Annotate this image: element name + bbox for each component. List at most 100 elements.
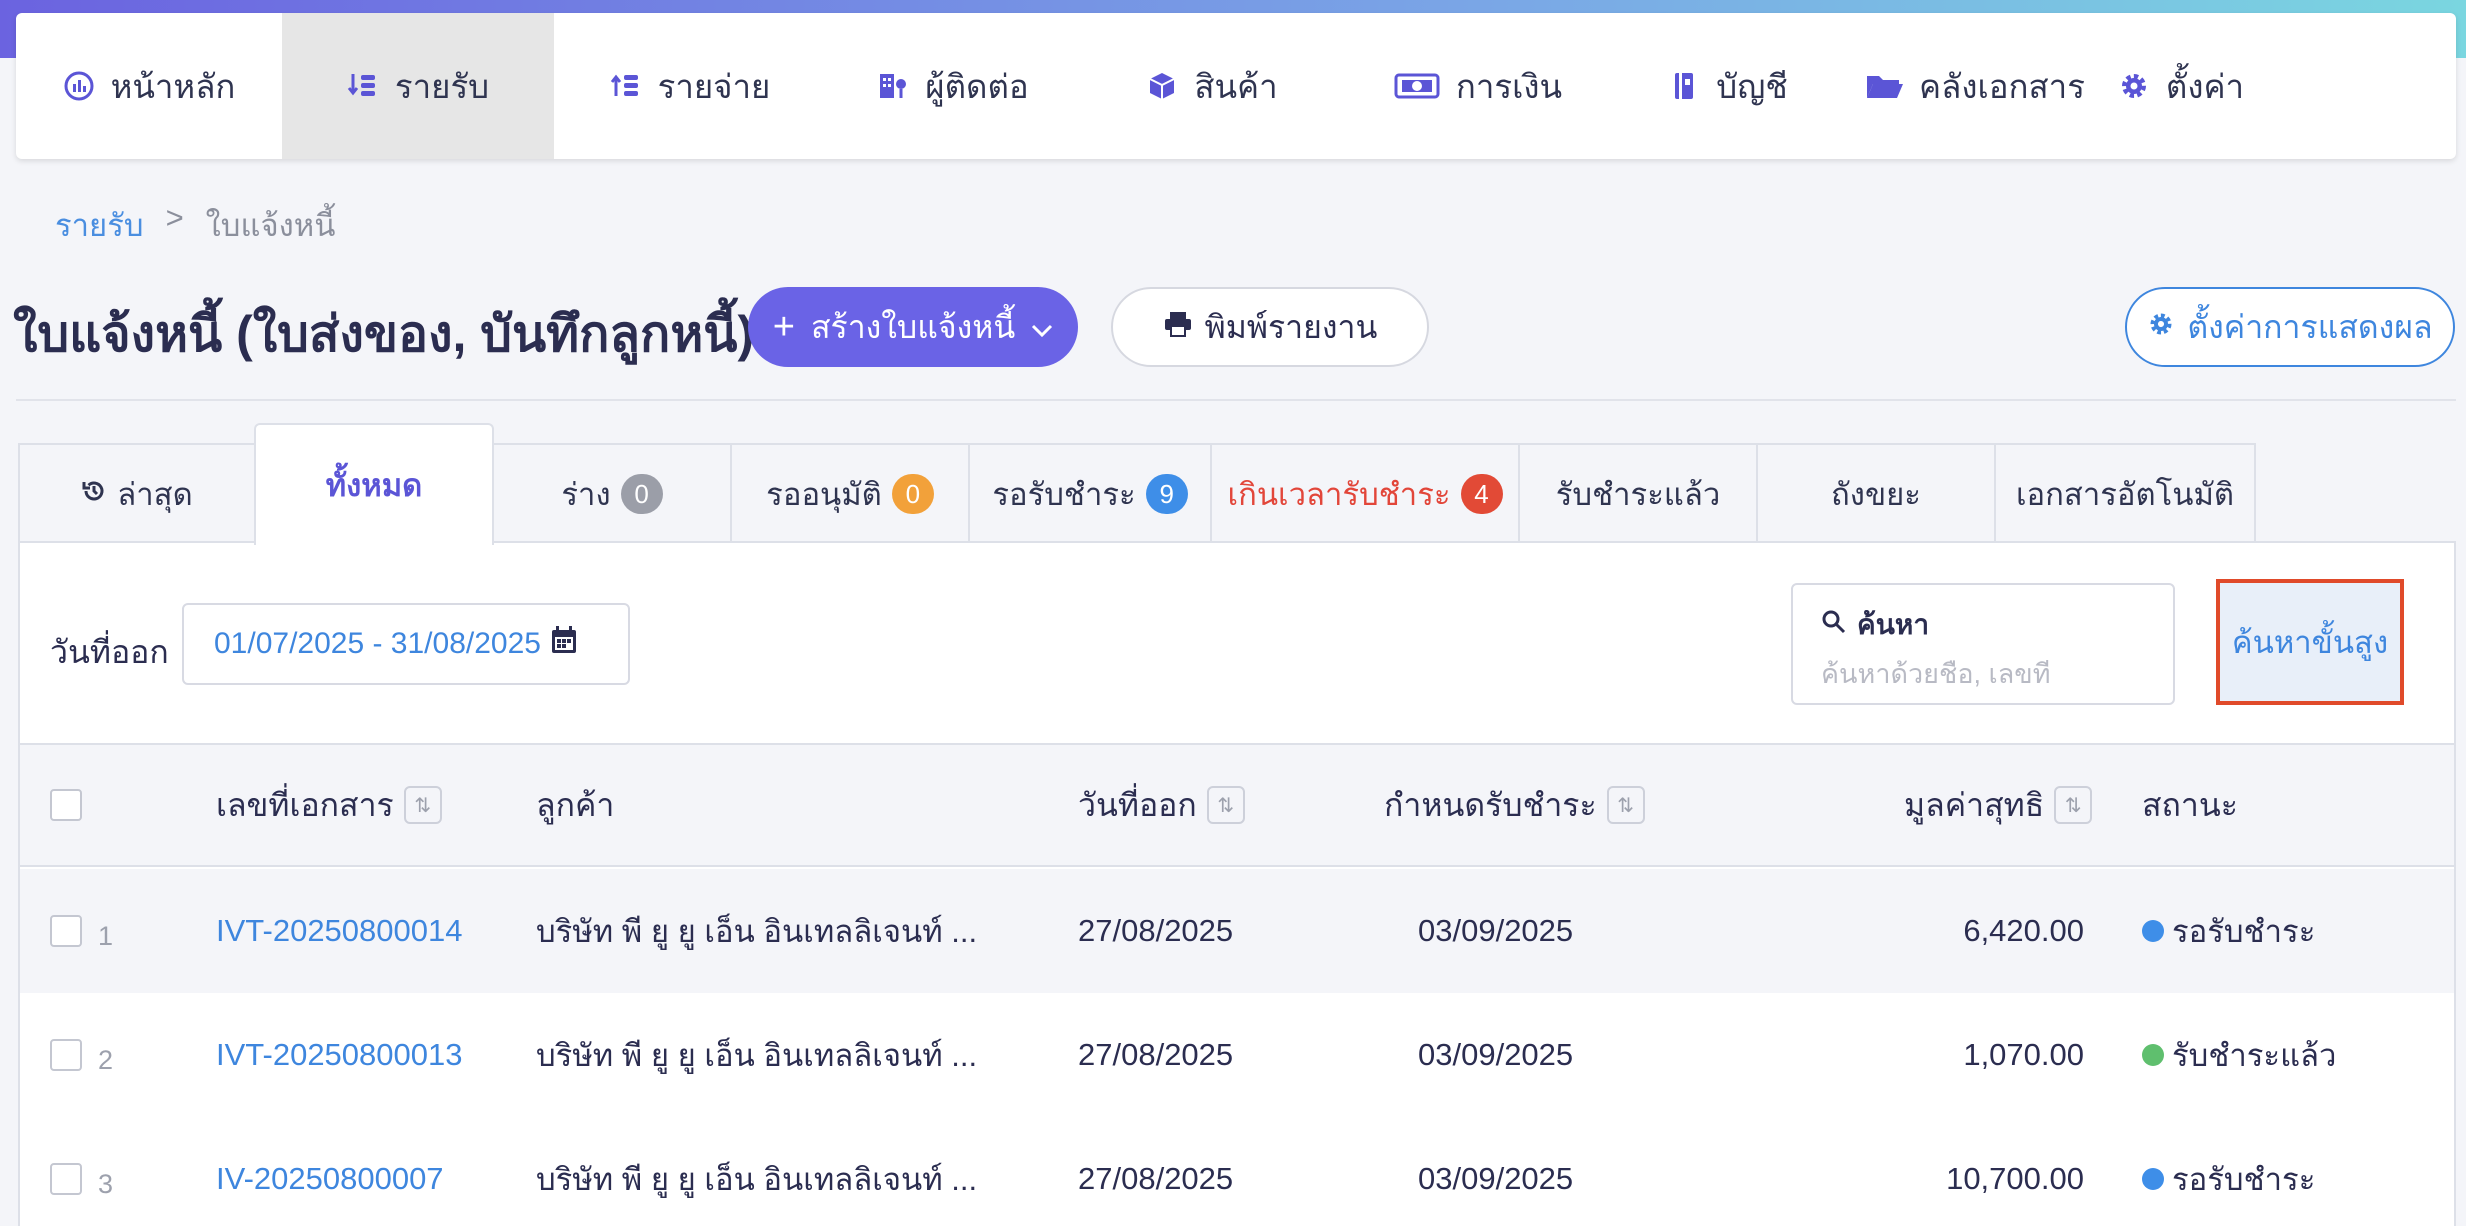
nav-item-expense[interactable]: รายจ่าย <box>554 13 826 159</box>
count-badge: 0 <box>891 474 934 514</box>
tab-label: ถังขยะ <box>1831 477 1921 512</box>
doc-number-link[interactable]: IVT-20250800014 <box>216 869 463 993</box>
col-status: สถานะ <box>2142 745 2238 865</box>
breadcrumb-current: ใบแจ้งหนี้ <box>205 208 336 243</box>
count-badge: 9 <box>1145 474 1188 514</box>
date-range-value: 01/07/2025 - 31/08/2025 <box>214 627 541 660</box>
nav-label: การเงิน <box>1455 67 1563 105</box>
col-net[interactable]: มูลค่าสุทธิ ⇅ <box>1904 745 2093 865</box>
advanced-search-button[interactable]: ค้นหาขั้นสูง <box>2216 579 2404 705</box>
tab-trash[interactable]: ถังขยะ <box>1756 443 1996 543</box>
history-icon <box>81 476 107 512</box>
tab-overdue[interactable]: เกินเวลารับชำระ 4 <box>1210 443 1520 543</box>
income-icon <box>347 70 379 102</box>
net-amount: 6,420.00 <box>1963 913 2084 948</box>
nav-item-accounting[interactable]: บัญชี <box>1612 13 1844 159</box>
status-cell: รอรับชำระ <box>2142 869 2315 993</box>
row-checkbox[interactable] <box>50 915 82 947</box>
header-divider <box>16 399 2456 401</box>
select-all-checkbox[interactable] <box>50 789 82 821</box>
nav-label: ตั้งค่า <box>2165 67 2245 105</box>
status-dot <box>2142 920 2164 942</box>
plus-icon: + <box>772 306 795 348</box>
search-box[interactable]: ค้นหา <box>1791 583 2175 705</box>
tab-pending-approval[interactable]: รออนุมัติ 0 <box>730 443 970 543</box>
gear-icon <box>2147 309 2175 346</box>
doc-number-link[interactable]: IV-20250800007 <box>216 1117 444 1226</box>
nav-item-finance[interactable]: การเงิน <box>1344 13 1612 159</box>
nav-label: ผู้ติดต่อ <box>925 67 1029 105</box>
table-row[interactable]: 1 IVT-20250800014 บริษัท พี ยู ยู เอ็น อ… <box>20 869 2454 993</box>
tab-awaiting-payment[interactable]: รอรับชำระ 9 <box>968 443 1212 543</box>
tab-label: รับชำระแล้ว <box>1555 477 1721 512</box>
nav-label: สินค้า <box>1194 67 1278 105</box>
tab-label: เกินเวลารับชำระ <box>1227 477 1451 512</box>
nav-item-settings[interactable]: ตั้งค่า <box>2106 13 2256 159</box>
tab-latest[interactable]: ล่าสุด <box>18 443 256 543</box>
search-input[interactable] <box>1821 659 2141 690</box>
nav-item-contacts[interactable]: ผู้ติดต่อ <box>826 13 1080 159</box>
tab-all[interactable]: ทั้งหมด <box>254 423 494 545</box>
folder-icon <box>1865 70 1904 102</box>
nav-label: หน้าหลัก <box>110 67 236 105</box>
calendar-icon <box>551 626 577 662</box>
row-select-cell: 3 <box>50 1117 113 1226</box>
page-title: ใบแจ้งหนี้ (ใบส่งของ, บันทึกลูกหนี้) <box>13 306 755 362</box>
print-report-button[interactable]: พิมพ์รายงาน <box>1111 287 1429 367</box>
col-issue-date-label: วันที่ออก <box>1078 786 1197 823</box>
col-doc-no[interactable]: เลขที่เอกสาร ⇅ <box>216 745 442 865</box>
sort-icon[interactable]: ⇅ <box>1606 786 1645 824</box>
sort-icon[interactable]: ⇅ <box>2054 786 2093 824</box>
nav-item-home[interactable]: หน้าหลัก <box>16 13 282 159</box>
ledger-icon <box>1668 70 1700 102</box>
col-doc-no-label: เลขที่เอกสาร <box>216 786 394 823</box>
table-row[interactable]: 2 IVT-20250800013 บริษัท พี ยู ยู เอ็น อ… <box>20 993 2454 1117</box>
row-select-cell: 2 <box>50 993 113 1117</box>
create-invoice-button[interactable]: + สร้างใบแจ้งหนี้ <box>748 287 1078 367</box>
tab-auto-documents[interactable]: เอกสารอัตโนมัติ <box>1994 443 2256 543</box>
col-net-label: มูลค่าสุทธิ <box>1904 786 2045 823</box>
issue-date: 27/08/2025 <box>1078 1037 1234 1072</box>
tab-draft[interactable]: ร่าง 0 <box>492 443 732 543</box>
status-cell: รับชำระแล้ว <box>2142 993 2336 1117</box>
display-settings-label: ตั้งค่าการแสดงผล <box>2187 308 2433 345</box>
search-title-label: ค้นหา <box>1857 609 1930 640</box>
tab-paid[interactable]: รับชำระแล้ว <box>1518 443 1758 543</box>
row-number: 3 <box>98 1168 114 1199</box>
row-number: 1 <box>98 920 114 951</box>
search-icon <box>1821 609 1847 642</box>
status-label: รอรับชำระ <box>2172 1162 2316 1197</box>
count-badge: 4 <box>1460 474 1503 514</box>
col-customer: ลูกค้า <box>536 745 614 865</box>
nav-item-products[interactable]: สินค้า <box>1080 13 1344 159</box>
nav-item-documents[interactable]: คลังเอกสาร <box>1844 13 2106 159</box>
nav-item-income[interactable]: รายรับ <box>282 13 554 159</box>
tab-label: รออนุมัติ <box>766 477 882 512</box>
customer-name: บริษัท พี ยู ยู เอ็น อินเทลลิเจนท์ ... <box>536 1038 978 1073</box>
net-amount: 1,070.00 <box>1963 1037 2084 1072</box>
issue-date: 27/08/2025 <box>1078 1161 1234 1196</box>
select-all-checkbox-cell <box>50 745 82 865</box>
row-checkbox[interactable] <box>50 1039 82 1071</box>
table-row[interactable]: 3 IV-20250800007 บริษัท พี ยู ยู เอ็น อิ… <box>20 1117 2454 1226</box>
count-badge: 0 <box>620 474 663 514</box>
nav-label: บัญชี <box>1716 67 1788 105</box>
issue-date: 27/08/2025 <box>1078 913 1234 948</box>
col-issue-date[interactable]: วันที่ออก ⇅ <box>1078 745 1245 865</box>
sort-icon[interactable]: ⇅ <box>403 786 442 824</box>
doc-number-link[interactable]: IVT-20250800013 <box>216 993 463 1117</box>
customer-name: บริษัท พี ยู ยู เอ็น อินเทลลิเจนท์ ... <box>536 914 978 949</box>
search-title: ค้นหา <box>1821 603 2145 647</box>
breadcrumb-parent-link[interactable]: รายรับ <box>55 200 144 250</box>
net-amount: 10,700.00 <box>1946 1161 2084 1196</box>
display-settings-button[interactable]: ตั้งค่าการแสดงผล <box>2125 287 2455 367</box>
table-header: เลขที่เอกสาร ⇅ ลูกค้า วันที่ออก ⇅ กำหนดร… <box>20 743 2454 867</box>
row-checkbox[interactable] <box>50 1163 82 1195</box>
date-range-picker[interactable]: 01/07/2025 - 31/08/2025 <box>182 603 630 685</box>
sort-icon[interactable]: ⇅ <box>1206 786 1245 824</box>
breadcrumb-separator: > <box>165 200 184 235</box>
status-label: รับชำระแล้ว <box>2172 1038 2337 1073</box>
tab-label: รอรับชำระ <box>992 477 1136 512</box>
col-due-date[interactable]: กำหนดรับชำระ ⇅ <box>1384 745 1645 865</box>
col-status-label: สถานะ <box>2142 786 2238 823</box>
